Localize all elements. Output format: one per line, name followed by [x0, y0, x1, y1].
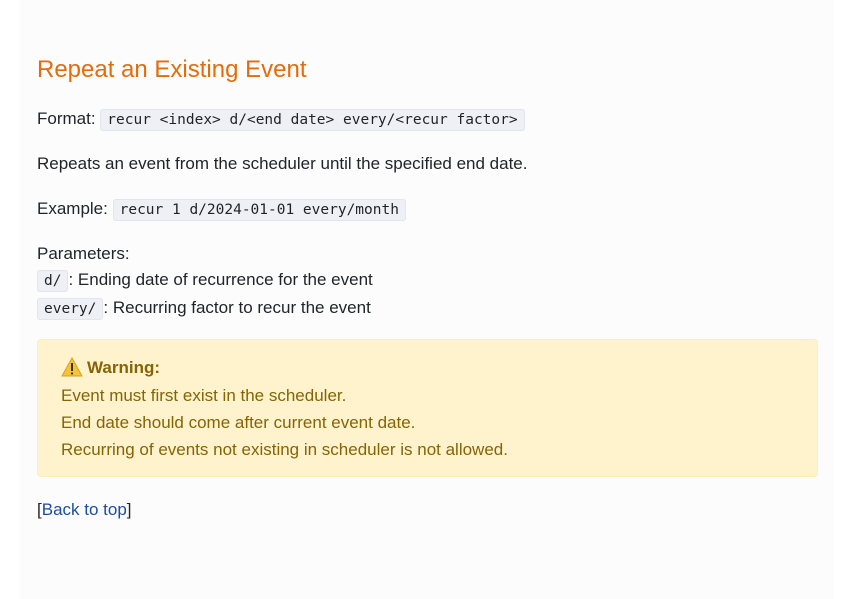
example-code: recur 1 d/2024-01-01 every/month	[112, 199, 406, 221]
parameter-desc: : Ending date of recurrence for the even…	[68, 270, 373, 289]
parameter-code: d/	[37, 270, 69, 292]
format-code: recur <index> d/<end date> every/<recur …	[100, 109, 525, 131]
example-label: Example:	[37, 199, 108, 218]
parameters-label: Parameters:	[37, 244, 130, 263]
warning-title: Warning:	[87, 358, 161, 377]
warning-icon	[61, 356, 83, 377]
warning-box: Warning: Event must first exist in the s…	[37, 339, 818, 477]
parameter-item: every/: Recurring factor to recur the ev…	[37, 296, 371, 321]
warning-line: End date should come after current event…	[61, 413, 416, 432]
format-line: Format: recur <index> d/<end date> every…	[37, 107, 525, 132]
section-title: Repeat an Existing Event	[37, 56, 307, 83]
description-text: Repeats an event from the scheduler unti…	[37, 154, 528, 173]
warning-line: Recurring of events not existing in sche…	[61, 440, 508, 459]
format-label: Format:	[37, 109, 96, 128]
parameter-code: every/	[37, 298, 104, 320]
close-bracket: ]	[126, 500, 132, 519]
back-to-top-link[interactable]: Back to top	[42, 500, 127, 519]
back-to-top: [Back to top]	[37, 498, 132, 522]
warning-header: Warning:	[61, 356, 160, 380]
example-line: Example: recur 1 d/2024-01-01 every/mont…	[37, 197, 406, 222]
parameter-desc: : Recurring factor to recur the event	[103, 298, 371, 317]
warning-line: Event must first exist in the scheduler.	[61, 386, 347, 405]
parameter-item: d/: Ending date of recurrence for the ev…	[37, 268, 373, 293]
page-container: Repeat an Existing Event Format: recur <…	[19, 0, 834, 599]
